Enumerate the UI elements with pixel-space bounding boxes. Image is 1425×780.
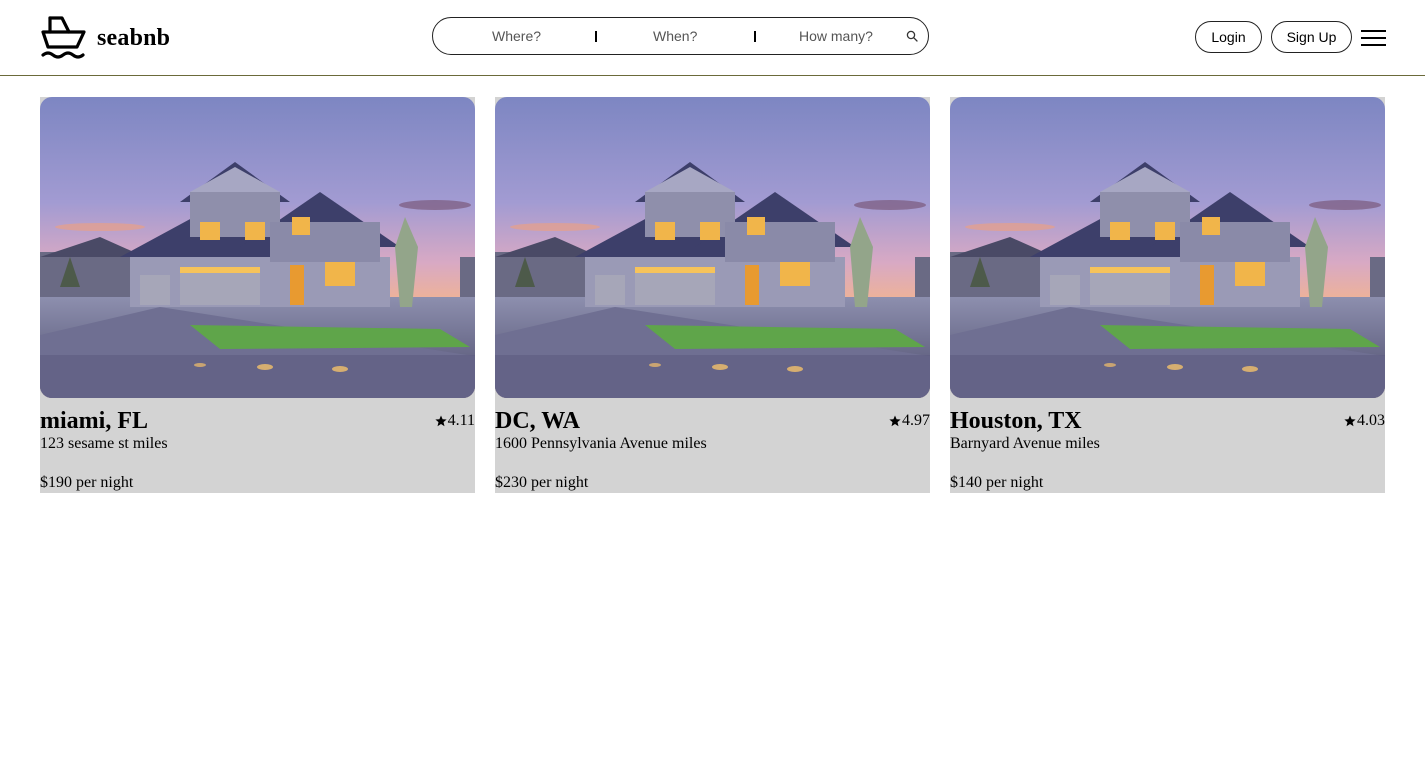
listing-price: $230 per night	[495, 474, 589, 491]
listing-title: miami, FL	[40, 408, 148, 434]
search-divider	[754, 31, 756, 42]
listing-rating: 4.11	[434, 412, 475, 430]
search-guests[interactable]: How many?	[799, 28, 873, 44]
listing-address: 1600 Pennsylvania Avenue miles	[495, 435, 707, 452]
listing-photo[interactable]	[40, 97, 475, 398]
listing-photo[interactable]	[495, 97, 930, 398]
listing-address: 123 sesame st miles	[40, 435, 168, 452]
rating-value: 4.97	[902, 412, 930, 429]
search-bar[interactable]: Where? When? How many?	[432, 17, 929, 55]
listing-price: $140 per night	[950, 474, 1044, 491]
signup-button[interactable]: Sign Up	[1271, 21, 1352, 53]
listing-card[interactable]: Houston, TX 4.03 Barnyard Avenue miles $…	[950, 97, 1385, 493]
listing-rating: 4.03	[1344, 412, 1385, 430]
listing-title: Houston, TX	[950, 408, 1082, 434]
search-where[interactable]: Where?	[492, 28, 541, 44]
search-icon[interactable]	[906, 30, 918, 42]
listing-price: $190 per night	[40, 474, 134, 491]
listing-address: Barnyard Avenue miles	[950, 435, 1100, 452]
top-nav: seabnb Where? When? How many? Login Sign…	[0, 0, 1425, 76]
listing-card[interactable]: miami, FL 4.11 123 sesame st miles $190 …	[40, 97, 475, 493]
listing-title: DC, WA	[495, 408, 580, 434]
brand-name: seabnb	[97, 24, 171, 51]
search-divider	[595, 31, 597, 42]
login-button[interactable]: Login	[1195, 21, 1262, 53]
rating-value: 4.03	[1357, 412, 1385, 429]
star-icon	[889, 415, 901, 427]
brand-logo[interactable]: seabnb	[40, 14, 170, 60]
search-when[interactable]: When?	[653, 28, 697, 44]
star-icon	[434, 415, 447, 427]
rating-value: 4.11	[447, 412, 475, 429]
listing-photo[interactable]	[950, 97, 1385, 398]
ship-icon	[41, 16, 86, 59]
star-icon	[1344, 415, 1356, 427]
hamburger-menu-icon[interactable]	[1361, 30, 1386, 46]
listing-rating: 4.97	[889, 412, 930, 430]
listing-card[interactable]: DC, WA 4.97 1600 Pennsylvania Avenue mil…	[495, 97, 930, 493]
